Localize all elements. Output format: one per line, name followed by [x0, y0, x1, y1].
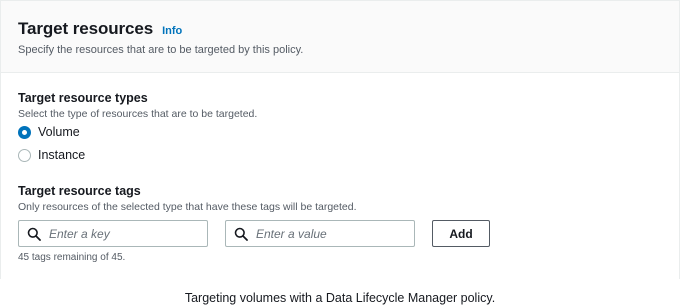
radio-option-instance[interactable]: Instance — [18, 148, 85, 162]
panel-header: Target resources Info Specify the resour… — [1, 1, 679, 73]
tag-value-input[interactable]: Enter a value — [225, 220, 415, 247]
resource-tags-label: Target resource tags — [18, 184, 141, 198]
radio-button-instance[interactable] — [18, 148, 31, 162]
tag-key-input[interactable]: Enter a key — [18, 220, 208, 247]
radio-option-volume[interactable]: Volume — [18, 125, 80, 139]
radio-label-instance: Instance — [38, 148, 86, 162]
resource-tags-description: Only resources of the selected type that… — [18, 201, 357, 213]
tag-key-placeholder: Enter a key — [49, 226, 110, 241]
tags-remaining-text: 45 tags remaining of 45. — [18, 252, 126, 263]
radio-label-volume: Volume — [38, 125, 80, 139]
search-icon — [234, 227, 248, 241]
panel-title: Target resources — [18, 19, 154, 38]
figure-caption: Targeting volumes with a Data Lifecycle … — [184, 291, 496, 305]
panel-description: Specify the resources that are to be tar… — [18, 44, 304, 56]
add-tag-button[interactable]: Add — [432, 220, 490, 247]
tag-value-placeholder: Enter a value — [256, 226, 327, 241]
target-resources-panel: Target resources Info Specify the resour… — [0, 0, 680, 279]
resource-types-description: Select the type of resources that are to… — [18, 108, 258, 120]
info-link[interactable]: Info — [162, 25, 182, 37]
search-icon — [27, 227, 41, 241]
title-row: Target resources Info — [18, 19, 182, 39]
resource-types-label: Target resource types — [18, 91, 148, 105]
radio-button-volume[interactable] — [18, 125, 31, 139]
